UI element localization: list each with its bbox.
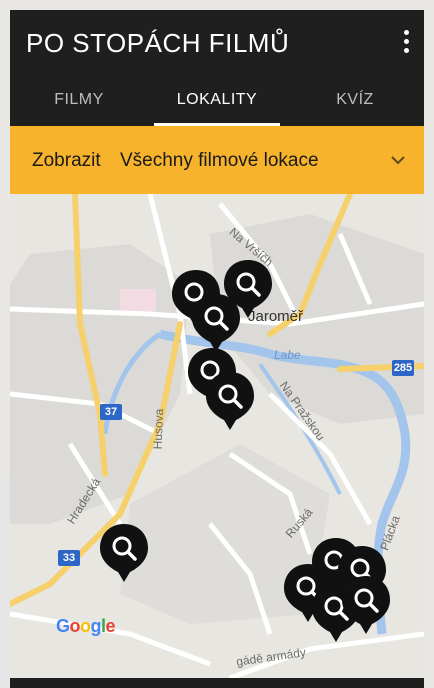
filter-label: Zobrazit <box>32 150 101 171</box>
road-shield: 33 <box>58 550 80 566</box>
tab-kviz[interactable]: KVÍZ <box>286 76 424 126</box>
location-marker-search-icon[interactable] <box>204 370 256 432</box>
street-label: Husova <box>150 408 167 450</box>
google-attribution: Google <box>56 616 116 636</box>
app-title: PO STOPÁCH FILMŮ <box>26 28 289 58</box>
filter-dropdown[interactable]: Zobrazit Všechny filmové lokace <box>10 126 424 194</box>
app-screen: PO STOPÁCH FILMŮ FILMY LOKALITY KVÍZ Zob… <box>0 0 434 688</box>
map-view[interactable]: Na Vršíčh Husova Hradecká Ruská Na Pražs… <box>10 194 424 678</box>
location-marker-search-icon[interactable] <box>98 522 150 584</box>
app-title-text: PO STOPÁCH FILMŮ <box>26 28 290 58</box>
chevron-down-icon <box>391 156 405 165</box>
location-marker-search-icon[interactable] <box>190 292 242 354</box>
app-bar: PO STOPÁCH FILMŮ <box>10 10 424 76</box>
road-shield: 285 <box>392 360 414 376</box>
bottom-bar <box>10 678 424 688</box>
road-shield: 37 <box>100 404 122 420</box>
location-marker-search-icon[interactable] <box>340 574 392 636</box>
river-label: Labe <box>274 348 301 362</box>
tab-lokality[interactable]: LOKALITY <box>148 76 286 126</box>
tab-bar: FILMY LOKALITY KVÍZ <box>10 76 424 126</box>
edge-fade <box>0 474 10 688</box>
tab-filmy[interactable]: FILMY <box>10 76 148 126</box>
overflow-menu-icon[interactable] <box>394 24 418 58</box>
filter-value: Všechny filmové lokace <box>120 150 319 171</box>
